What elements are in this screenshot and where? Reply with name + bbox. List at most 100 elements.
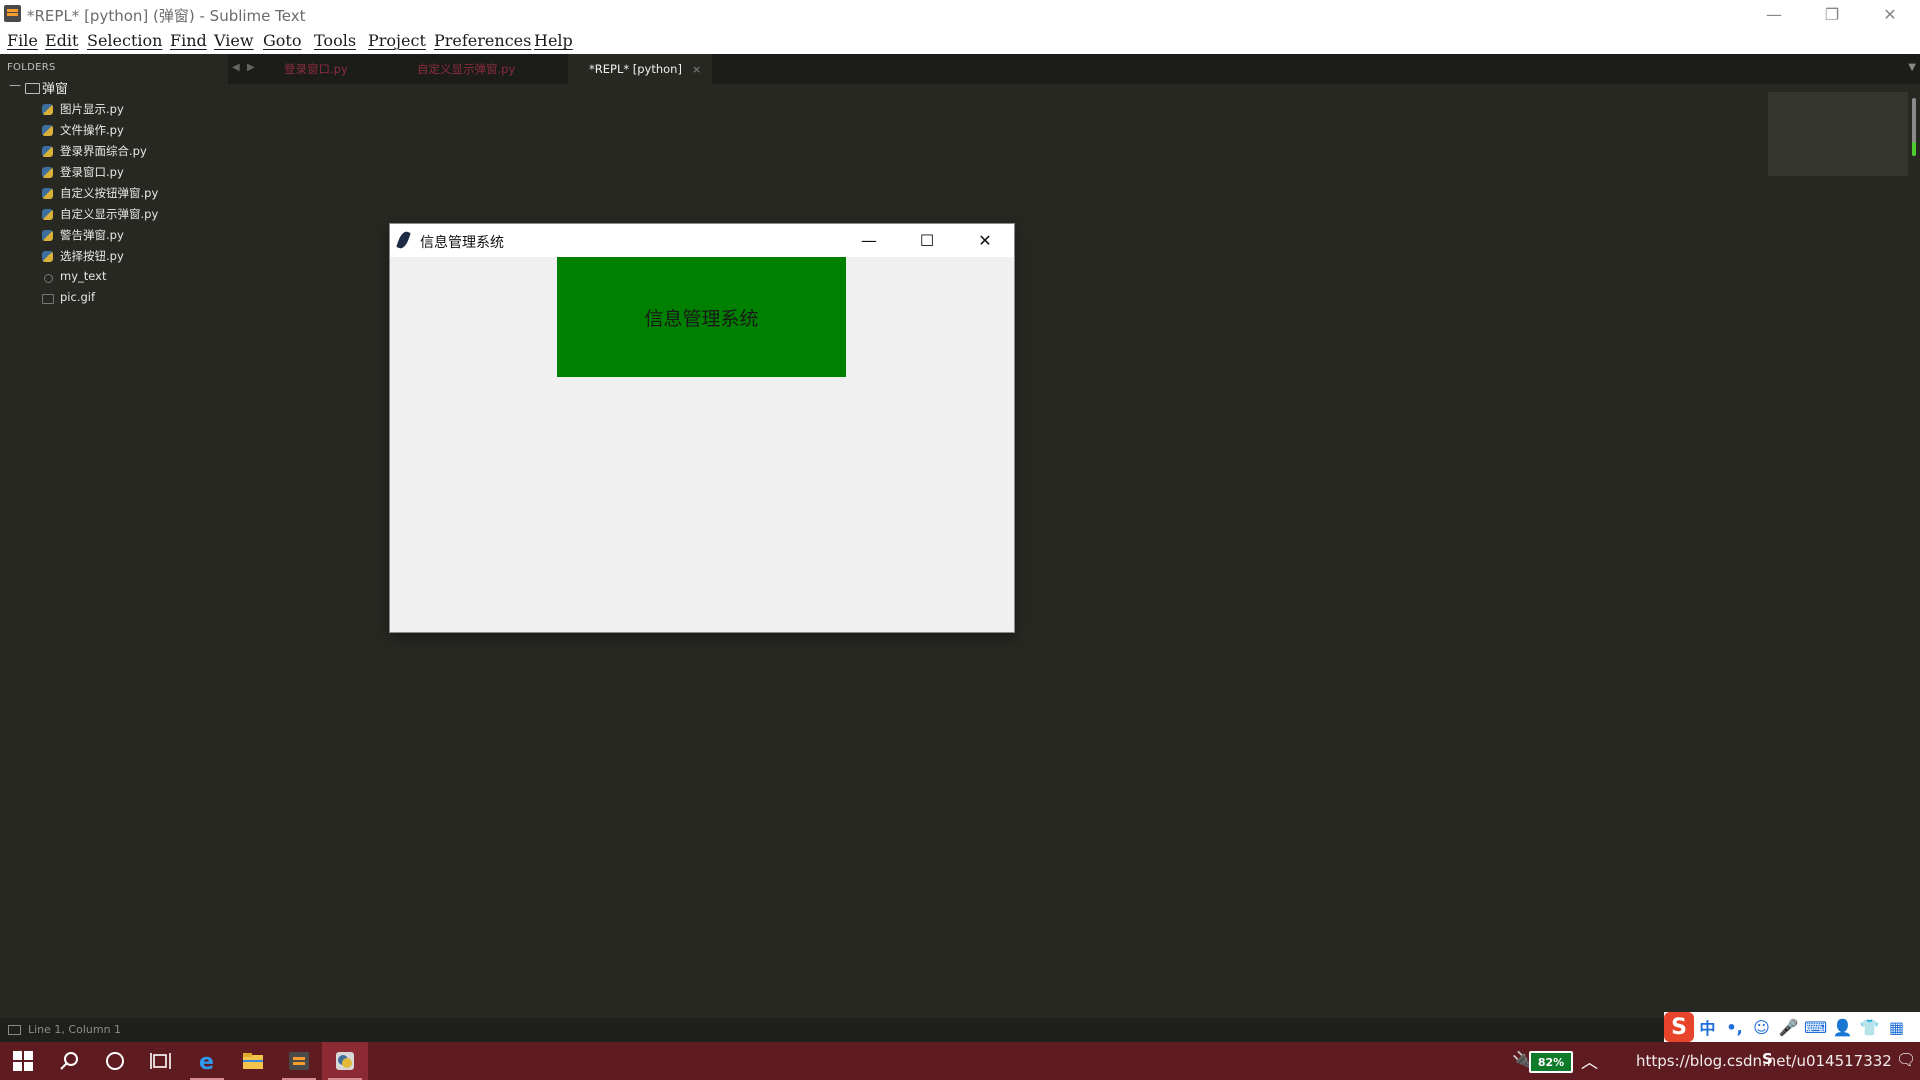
tab-label: 自定义显示弹窗.py bbox=[417, 62, 516, 76]
folders-header: FOLDERS bbox=[7, 62, 56, 73]
menu-goto[interactable]: Goto bbox=[263, 31, 301, 50]
minimap[interactable] bbox=[1768, 92, 1908, 176]
sidebar-file-item[interactable]: 登录窗口.py bbox=[0, 162, 228, 182]
file-name: 登录窗口.py bbox=[60, 165, 124, 179]
tk-close-button[interactable]: ✕ bbox=[956, 224, 1014, 257]
sublime-text-icon bbox=[4, 5, 21, 22]
taskbar-python[interactable] bbox=[322, 1042, 368, 1080]
tk-window: 信息管理系统 — ☐ ✕ 信息管理系统 bbox=[390, 224, 1014, 632]
python-icon bbox=[336, 1052, 354, 1070]
sidebar-file-item[interactable]: 登录界面综合.py bbox=[0, 141, 228, 161]
sidebar-file-item[interactable]: 自定义显示弹窗.py bbox=[0, 204, 228, 224]
menu-preferences[interactable]: Preferences bbox=[434, 31, 531, 50]
ime-punctuation[interactable]: •, bbox=[1721, 1018, 1748, 1037]
python-file-icon bbox=[42, 146, 53, 157]
menu-selection[interactable]: Selection bbox=[87, 31, 162, 50]
menu-bar: File Edit Selection Find View Goto Tools… bbox=[0, 29, 1920, 54]
task-view-button[interactable] bbox=[138, 1042, 184, 1080]
scrollbar-indicator bbox=[1912, 142, 1916, 156]
tk-maximize-button[interactable]: ☐ bbox=[898, 224, 956, 257]
file-name: 自定义按钮弹窗.py bbox=[60, 186, 159, 200]
panel-toggle-icon[interactable] bbox=[8, 1025, 21, 1035]
python-file-icon bbox=[42, 167, 53, 178]
user-icon[interactable]: 👤 bbox=[1829, 1018, 1856, 1037]
python-file-icon bbox=[42, 188, 53, 199]
tab-custom-popup[interactable]: 自定义显示弹窗.py bbox=[417, 54, 567, 84]
tab-bar: ◀ ▶ 登录窗口.py 自定义显示弹窗.py *REPL* [python] ×… bbox=[228, 54, 1920, 84]
sogou-ime-logo[interactable]: S bbox=[1664, 1012, 1694, 1042]
menu-tools[interactable]: Tools bbox=[314, 31, 356, 50]
python-file-icon bbox=[42, 230, 53, 241]
file-name: 文件操作.py bbox=[60, 123, 124, 137]
close-button[interactable]: ✕ bbox=[1861, 0, 1919, 29]
menu-find[interactable]: Find bbox=[170, 31, 207, 50]
tk-window-title: 信息管理系统 bbox=[420, 235, 504, 251]
restore-button[interactable]: ❐ bbox=[1803, 0, 1861, 29]
sidebar-file-item[interactable]: my_text bbox=[0, 267, 228, 287]
ime-toolbar: S 中 •, ☺ 🎤 ⌨ 👤 👕 ▦ bbox=[1664, 1012, 1920, 1042]
text-file-icon bbox=[44, 274, 53, 283]
sidebar-file-item[interactable]: 图片显示.py bbox=[0, 99, 228, 119]
tk-window-titlebar[interactable]: 信息管理系统 — ☐ ✕ bbox=[390, 224, 1014, 257]
file-name: pic.gif bbox=[60, 290, 96, 304]
menu-help[interactable]: Help bbox=[534, 31, 573, 50]
start-button[interactable] bbox=[0, 1042, 46, 1080]
window-titlebar: *REPL* [python] (弹窗) - Sublime Text — ❐ … bbox=[0, 0, 1920, 29]
tab-next-icon[interactable]: ▶ bbox=[247, 62, 255, 73]
toolbox-icon[interactable]: ▦ bbox=[1883, 1018, 1910, 1037]
taskbar-file-explorer[interactable] bbox=[230, 1042, 276, 1080]
folder-row[interactable]: — 弹窗 bbox=[0, 78, 228, 98]
sidebar-file-item[interactable]: 选择按钮.py bbox=[0, 246, 228, 266]
file-name: my_text bbox=[60, 269, 107, 283]
tab-close-icon[interactable]: × bbox=[692, 63, 701, 76]
search-icon bbox=[60, 1052, 78, 1070]
file-name: 警告弹窗.py bbox=[60, 228, 124, 242]
menu-project[interactable]: Project bbox=[368, 31, 426, 50]
image-file-icon bbox=[42, 294, 54, 304]
sidebar-file-item[interactable]: pic.gif bbox=[0, 288, 228, 308]
sidebar: FOLDERS — 弹窗 图片显示.py 文件操作.py 登录界面综合.py 登… bbox=[0, 54, 228, 1018]
emoji-icon[interactable]: ☺ bbox=[1748, 1018, 1775, 1037]
python-file-icon bbox=[42, 209, 53, 220]
python-file-icon bbox=[42, 104, 53, 115]
svg-text:e: e bbox=[199, 1050, 214, 1072]
menu-edit[interactable]: Edit bbox=[45, 31, 78, 50]
tk-feather-icon bbox=[396, 230, 411, 250]
menu-file[interactable]: File bbox=[7, 31, 38, 50]
sublime-text-icon bbox=[289, 1052, 309, 1070]
file-name: 登录界面综合.py bbox=[60, 144, 147, 158]
tk-minimize-button[interactable]: — bbox=[840, 224, 898, 257]
sidebar-file-item[interactable]: 警告弹窗.py bbox=[0, 225, 228, 245]
minimize-button[interactable]: — bbox=[1745, 0, 1803, 29]
tk-title-label: 信息管理系统 bbox=[557, 257, 846, 377]
tray-ime-icon[interactable]: S bbox=[1762, 1050, 1773, 1068]
search-button[interactable] bbox=[46, 1042, 92, 1080]
tab-login-window[interactable]: 登录窗口.py bbox=[284, 54, 404, 84]
folder-icon bbox=[25, 83, 40, 94]
sidebar-file-item[interactable]: 自定义按钮弹窗.py bbox=[0, 183, 228, 203]
skin-icon[interactable]: 👕 bbox=[1856, 1018, 1883, 1037]
collapse-icon[interactable]: — bbox=[9, 78, 21, 92]
task-view-icon bbox=[150, 1053, 171, 1069]
tray-overflow-chevron-icon[interactable]: ︿ bbox=[1581, 1048, 1598, 1073]
file-name: 自定义显示弹窗.py bbox=[60, 207, 159, 221]
windows-logo-icon bbox=[13, 1051, 33, 1071]
tab-prev-icon[interactable]: ◀ bbox=[232, 62, 240, 73]
notification-center-icon[interactable]: 🗨 bbox=[1896, 1050, 1916, 1069]
tab-repl-python[interactable]: *REPL* [python] × bbox=[568, 54, 712, 84]
cortana-icon bbox=[106, 1052, 124, 1070]
battery-indicator[interactable]: 82% bbox=[1529, 1051, 1573, 1073]
keyboard-icon[interactable]: ⌨ bbox=[1802, 1018, 1829, 1037]
folder-name: 弹窗 bbox=[42, 82, 69, 97]
status-bar: Line 1, Column 1 bbox=[0, 1018, 1920, 1042]
cortana-button[interactable] bbox=[92, 1042, 138, 1080]
window-title: *REPL* [python] (弹窗) - Sublime Text bbox=[27, 7, 306, 25]
taskbar: e 🔌 82% ︿ https://blog.csdn.net/u0145173… bbox=[0, 1042, 1920, 1080]
tab-dropdown-icon[interactable]: ▼ bbox=[1908, 62, 1916, 73]
taskbar-sublime[interactable] bbox=[276, 1042, 322, 1080]
sidebar-file-item[interactable]: 文件操作.py bbox=[0, 120, 228, 140]
ime-chinese-mode[interactable]: 中 bbox=[1694, 1015, 1721, 1039]
taskbar-edge[interactable]: e bbox=[184, 1042, 230, 1080]
microphone-icon[interactable]: 🎤 bbox=[1775, 1018, 1802, 1037]
menu-view[interactable]: View bbox=[214, 31, 254, 50]
